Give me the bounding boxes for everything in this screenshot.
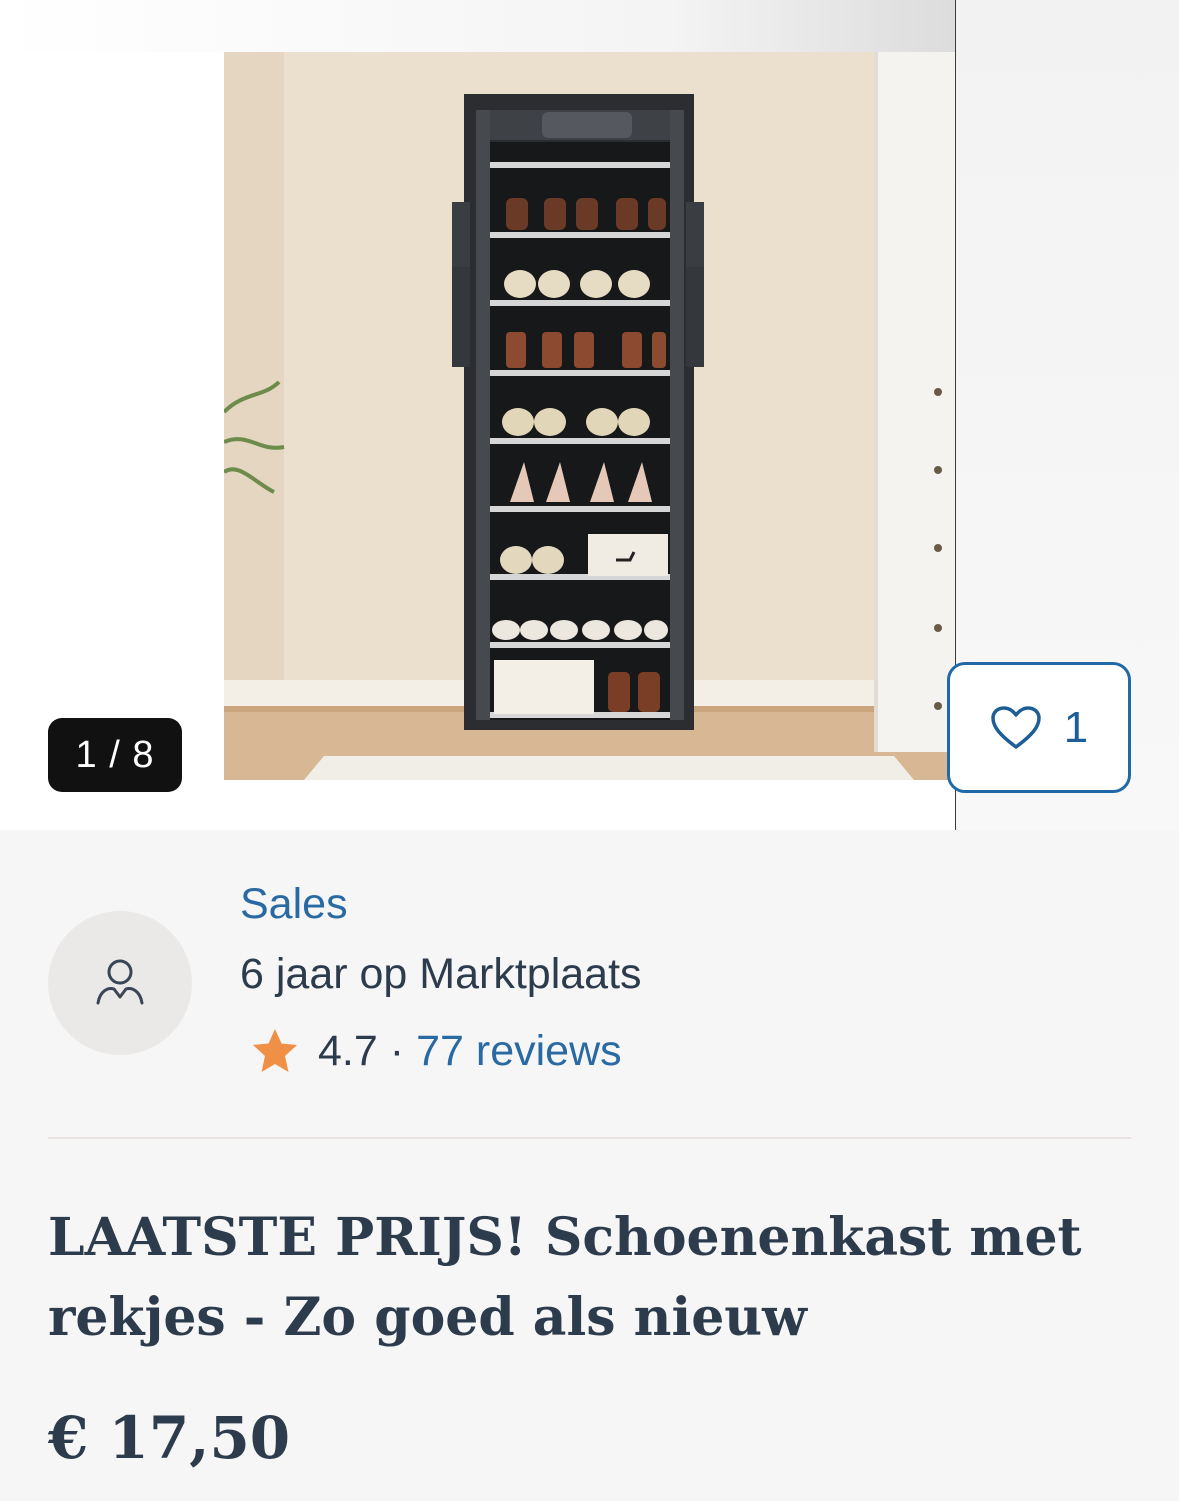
- seller-avatar[interactable]: [48, 911, 192, 1055]
- seller-name-link[interactable]: Sales: [240, 880, 348, 929]
- divider: [48, 1137, 1131, 1139]
- rating-separator: ·: [389, 1026, 405, 1075]
- favorite-count: 1: [1063, 702, 1089, 752]
- image-counter: 1 / 8: [48, 718, 182, 792]
- seller-tenure: 6 jaar op Marktplaats: [240, 950, 642, 998]
- seller-rating: 4.7 · 77 reviews: [250, 1026, 622, 1076]
- favorite-button[interactable]: 1: [947, 662, 1131, 793]
- listing-title: LAATSTE PRIJS! Schoenenkast met rekjes -…: [48, 1207, 1082, 1348]
- reviews-link[interactable]: 77 reviews: [416, 1027, 622, 1076]
- star-icon: [253, 1029, 297, 1072]
- user-icon: [96, 959, 144, 1005]
- listing-price: € 17,50: [48, 1404, 291, 1472]
- shoe-rack-photo: [224, 52, 955, 780]
- heart-icon: [991, 705, 1041, 749]
- image-gallery[interactable]: 1 / 8 1: [0, 0, 1179, 830]
- gallery-backdrop: [0, 0, 955, 52]
- rating-value: 4.7: [318, 1026, 378, 1075]
- product-photo[interactable]: [224, 52, 955, 780]
